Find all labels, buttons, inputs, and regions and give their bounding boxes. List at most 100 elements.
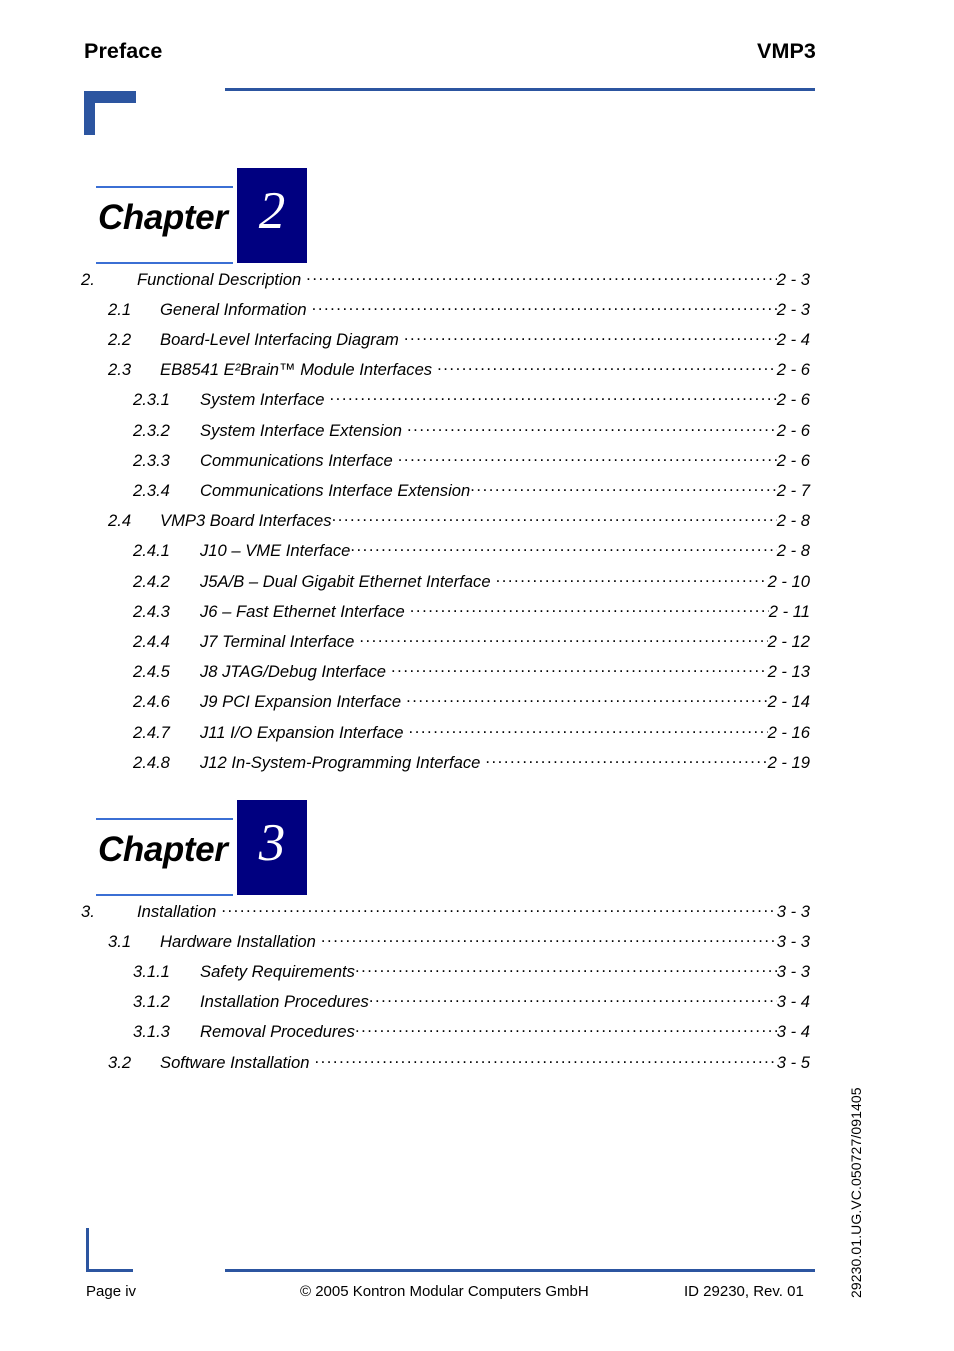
- toc-entry-page-number: 3 - 4: [776, 1022, 810, 1042]
- footer-copyright: © 2005 Kontron Modular Computers GmbH: [300, 1283, 589, 1300]
- toc-entry[interactable]: 2.4.2 J5A/B – Dual Gigabit Ethernet Inter…: [133, 570, 810, 600]
- toc-entry-page-number: 3 - 3: [776, 901, 810, 921]
- toc-leader-dots: [221, 900, 776, 917]
- toc-entry-title: Hardware Installation: [160, 931, 316, 951]
- toc-entry-page-number: 2 - 19: [767, 752, 810, 772]
- toc-entry[interactable]: 2.3.1 System Interface 2 - 6: [133, 389, 810, 419]
- toc-entry[interactable]: 2.2 Board-Level Interfacing Diagram 2 - 4: [108, 328, 810, 358]
- toc-entry-page-number: 3 - 3: [776, 961, 810, 981]
- toc-entry[interactable]: 2.4.8 J12 In-System-Programming Interface…: [133, 751, 810, 781]
- toc-leader-dots: [407, 419, 777, 436]
- toc-entry-page-number: 2 - 6: [776, 390, 810, 410]
- toc-entry[interactable]: 3.1 Hardware Installation 3 - 3: [108, 930, 810, 960]
- toc-entry[interactable]: 2.1 General Information 2 - 3: [108, 298, 810, 328]
- chapter-number-label: 3: [258, 814, 286, 872]
- toc-entry-number: 2.4.3: [133, 601, 170, 621]
- chapter-rule-top: [96, 818, 233, 820]
- toc-entry-number: 2.3.3: [133, 450, 170, 470]
- toc-entry-title: J5A/B – Dual Gigabit Ethernet Interface: [200, 571, 491, 591]
- toc-entry-title: Removal Procedures: [200, 1022, 355, 1042]
- toc-entry-title: Functional Description: [137, 269, 302, 289]
- toc-entry-page-number: 2 - 11: [768, 601, 810, 621]
- toc-leader-dots: [350, 540, 776, 557]
- toc-entry[interactable]: 3.1.2 Installation Procedures 3 - 4: [133, 991, 810, 1021]
- toc-entry[interactable]: 2.3.4 Communications Interface Extension 2…: [133, 479, 810, 509]
- toc-entry[interactable]: 2.4.5 J8 JTAG/Debug Interface 2 - 13: [133, 661, 810, 691]
- toc-entry-page-number: 2 - 3: [776, 299, 810, 319]
- toc-entry-title: Installation: [137, 901, 217, 921]
- toc-entry-number: 2.4.4: [133, 631, 170, 651]
- toc-entry[interactable]: 2.3 EB8541 E²Brain™ Module Interfaces 2 - …: [108, 359, 810, 389]
- toc-entry-title: J11 I/O Expansion Interface: [200, 722, 404, 742]
- toc-leader-dots: [369, 991, 777, 1008]
- toc-entry[interactable]: 2.4.1 J10 – VME Interface 2 - 8: [133, 540, 810, 570]
- toc-entry-title: Software Installation: [160, 1052, 310, 1072]
- chapter-word-label: Chapter: [98, 830, 228, 869]
- toc-entry-title: J7 Terminal Interface: [200, 631, 355, 651]
- toc-entry-number: 3.1.3: [133, 1022, 170, 1042]
- chapter-heading-block: Chapter 2: [96, 168, 311, 264]
- toc-entry-title: Safety Requirements: [200, 961, 355, 981]
- toc-leader-dots: [404, 328, 777, 345]
- toc-entry[interactable]: 2.4.6 J9 PCI Expansion Interface 2 - 14: [133, 691, 810, 721]
- chapter-rule-top: [96, 186, 233, 188]
- toc-leader-dots: [437, 359, 777, 376]
- toc-leader-dots: [314, 1051, 776, 1068]
- toc-entry[interactable]: 2.3.3 Communications Interface 2 - 6: [133, 449, 810, 479]
- toc-entry[interactable]: 2.3.2 System Interface Extension 2 - 6: [133, 419, 810, 449]
- toc-entry-page-number: 2 - 14: [767, 692, 810, 712]
- toc-leader-dots: [470, 479, 777, 496]
- toc-entry-number: 3.1.2: [133, 992, 170, 1012]
- document-page: Preface VMP3 Chapter 2 2. Functional Descri…: [0, 0, 954, 1351]
- header-rule: [225, 88, 815, 91]
- toc-leader-dots: [321, 930, 777, 947]
- toc-entry-number: 2.3.1: [133, 390, 170, 410]
- bottom-left-corner-bracket-icon: [86, 1228, 133, 1272]
- toc-entry[interactable]: 3. Installation 3 - 3: [81, 900, 810, 930]
- toc-entry-title: J6 – Fast Ethernet Interface: [200, 601, 405, 621]
- toc-entry-page-number: 2 - 7: [776, 480, 810, 500]
- toc-leader-dots: [355, 960, 777, 977]
- toc-entry-title: J12 In-System-Programming Interface: [200, 752, 481, 772]
- chapter-number-box: 3: [237, 800, 307, 895]
- toc-entry[interactable]: 3.2 Software Installation 3 - 5: [108, 1051, 810, 1081]
- toc-entry-page-number: 2 - 4: [776, 329, 810, 349]
- toc-entry[interactable]: 3.1.3 Removal Procedures 3 - 4: [133, 1021, 810, 1051]
- footer-page-label: Page iv: [86, 1283, 137, 1300]
- toc-entry[interactable]: 2.4.7 J11 I/O Expansion Interface 2 - 16: [133, 721, 810, 751]
- toc-entry[interactable]: 2.4 VMP3 Board Interfaces 2 - 8: [108, 510, 810, 540]
- toc-entry-title: Installation Procedures: [200, 992, 369, 1012]
- toc-entry-number: 2.3.2: [133, 420, 170, 440]
- toc-entry-title: Communications Interface: [200, 450, 393, 470]
- toc-entry-page-number: 3 - 5: [776, 1052, 810, 1072]
- toc-leader-dots: [398, 449, 777, 466]
- chapter-number-label: 2: [258, 182, 286, 240]
- toc-entry-number: 2.2: [108, 329, 132, 349]
- toc-entry-title: System Interface Extension: [200, 420, 402, 440]
- toc-entry-title: Communications Interface Extension: [200, 480, 471, 500]
- toc-entry-number: 2.3.4: [133, 480, 170, 500]
- toc-entry-page-number: 2 - 6: [776, 450, 810, 470]
- chapter-rule-bottom: [96, 262, 233, 264]
- chapter-number-box: 2: [237, 168, 307, 263]
- toc-entry-page-number: 2 - 10: [767, 571, 810, 591]
- toc-entry-number: 2.4.5: [133, 662, 170, 682]
- toc-entry[interactable]: 2.4.3 J6 – Fast Ethernet Interface 2 - 11: [133, 600, 810, 630]
- toc-entry-number: 2.4: [108, 511, 132, 531]
- toc-entry[interactable]: 3.1.1 Safety Requirements 3 - 3: [133, 960, 810, 990]
- toc-entry-title: J8 JTAG/Debug Interface: [200, 662, 386, 682]
- toc-entry-number: 2.4.6: [133, 692, 170, 712]
- toc-entry[interactable]: 2. Functional Description 2 - 3: [81, 268, 810, 298]
- toc-leader-dots: [391, 661, 768, 678]
- toc-entry[interactable]: 2.4.4 J7 Terminal Interface 2 - 12: [133, 630, 810, 660]
- footer-document-id: ID 29230, Rev. 01: [684, 1283, 804, 1300]
- toc-leader-dots: [409, 721, 768, 738]
- toc-entry-title: Board-Level Interfacing Diagram: [160, 329, 399, 349]
- toc-entry-title: General Information: [160, 299, 307, 319]
- toc-entry-page-number: 2 - 3: [776, 269, 810, 289]
- toc-entry-title: VMP3 Board Interfaces: [160, 511, 332, 531]
- toc-entry-page-number: 2 - 13: [767, 662, 810, 682]
- toc-leader-dots: [406, 691, 767, 708]
- toc-entry-page-number: 2 - 6: [776, 360, 810, 380]
- toc-leader-dots: [330, 389, 777, 406]
